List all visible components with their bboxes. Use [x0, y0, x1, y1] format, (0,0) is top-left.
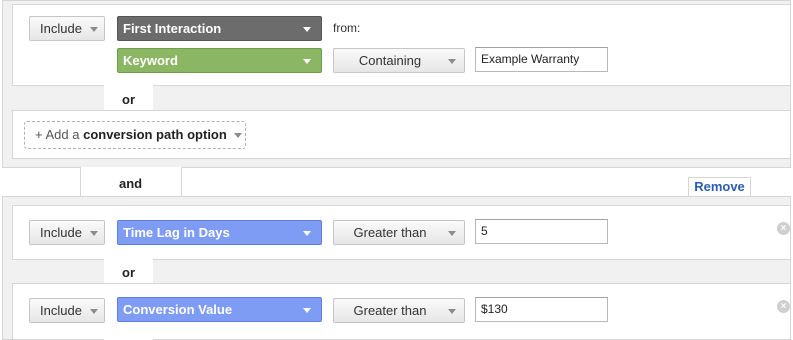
operator-dropdown[interactable]: Containing: [333, 48, 465, 73]
and-label: and: [119, 176, 143, 191]
dimension-dropdown-first-interaction[interactable]: First Interaction: [117, 16, 322, 41]
value-input[interactable]: 5: [475, 219, 608, 244]
include-button[interactable]: Include: [29, 16, 105, 41]
chevron-down-icon: [90, 231, 98, 236]
dimension-dropdown-keyword[interactable]: Keyword: [117, 48, 322, 73]
chevron-down-icon: [90, 27, 98, 32]
chevron-down-icon: [234, 133, 242, 138]
include-label: Include: [40, 21, 82, 36]
add-conversion-path-option-button[interactable]: + Add a conversion path option: [24, 121, 246, 149]
chevron-down-icon: [448, 231, 456, 236]
add-option-strong: conversion path option: [83, 127, 227, 142]
chevron-down-icon: [303, 27, 311, 32]
chevron-down-icon: [303, 59, 311, 64]
bottom-connector-line: [104, 336, 153, 340]
operator-label: Greater than: [353, 225, 427, 240]
chevron-down-icon: [448, 309, 456, 314]
dimension-label: Conversion Value: [123, 302, 233, 317]
operator-label: Containing: [358, 53, 422, 68]
close-icon[interactable]: ×: [777, 300, 790, 313]
or-label: or: [122, 265, 135, 280]
add-option-prefix: + Add a: [35, 127, 80, 142]
operator-dropdown[interactable]: Greater than: [333, 298, 465, 323]
close-icon[interactable]: ×: [777, 222, 790, 235]
operator-dropdown[interactable]: Greater than: [333, 220, 465, 245]
remove-group-button[interactable]: Remove: [688, 177, 751, 197]
operator-label: Greater than: [353, 303, 427, 318]
dimension-label: Time Lag in Days: [123, 225, 230, 240]
chevron-down-icon: [448, 59, 456, 64]
include-label: Include: [40, 303, 82, 318]
dimension-label: First Interaction: [123, 21, 222, 36]
value-input[interactable]: Example Warranty: [475, 47, 608, 72]
include-button[interactable]: Include: [29, 220, 105, 245]
include-button[interactable]: Include: [29, 298, 105, 323]
or-label: or: [122, 92, 135, 107]
dimension-dropdown-conversion-value[interactable]: Conversion Value: [117, 297, 322, 322]
from-label: from:: [333, 21, 361, 35]
dimension-label: Keyword: [123, 53, 178, 68]
chevron-down-icon: [303, 231, 311, 236]
chevron-down-icon: [303, 308, 311, 313]
dimension-dropdown-time-lag[interactable]: Time Lag in Days: [117, 220, 322, 245]
include-label: Include: [40, 225, 82, 240]
chevron-down-icon: [90, 309, 98, 314]
value-input[interactable]: $130: [475, 297, 608, 322]
